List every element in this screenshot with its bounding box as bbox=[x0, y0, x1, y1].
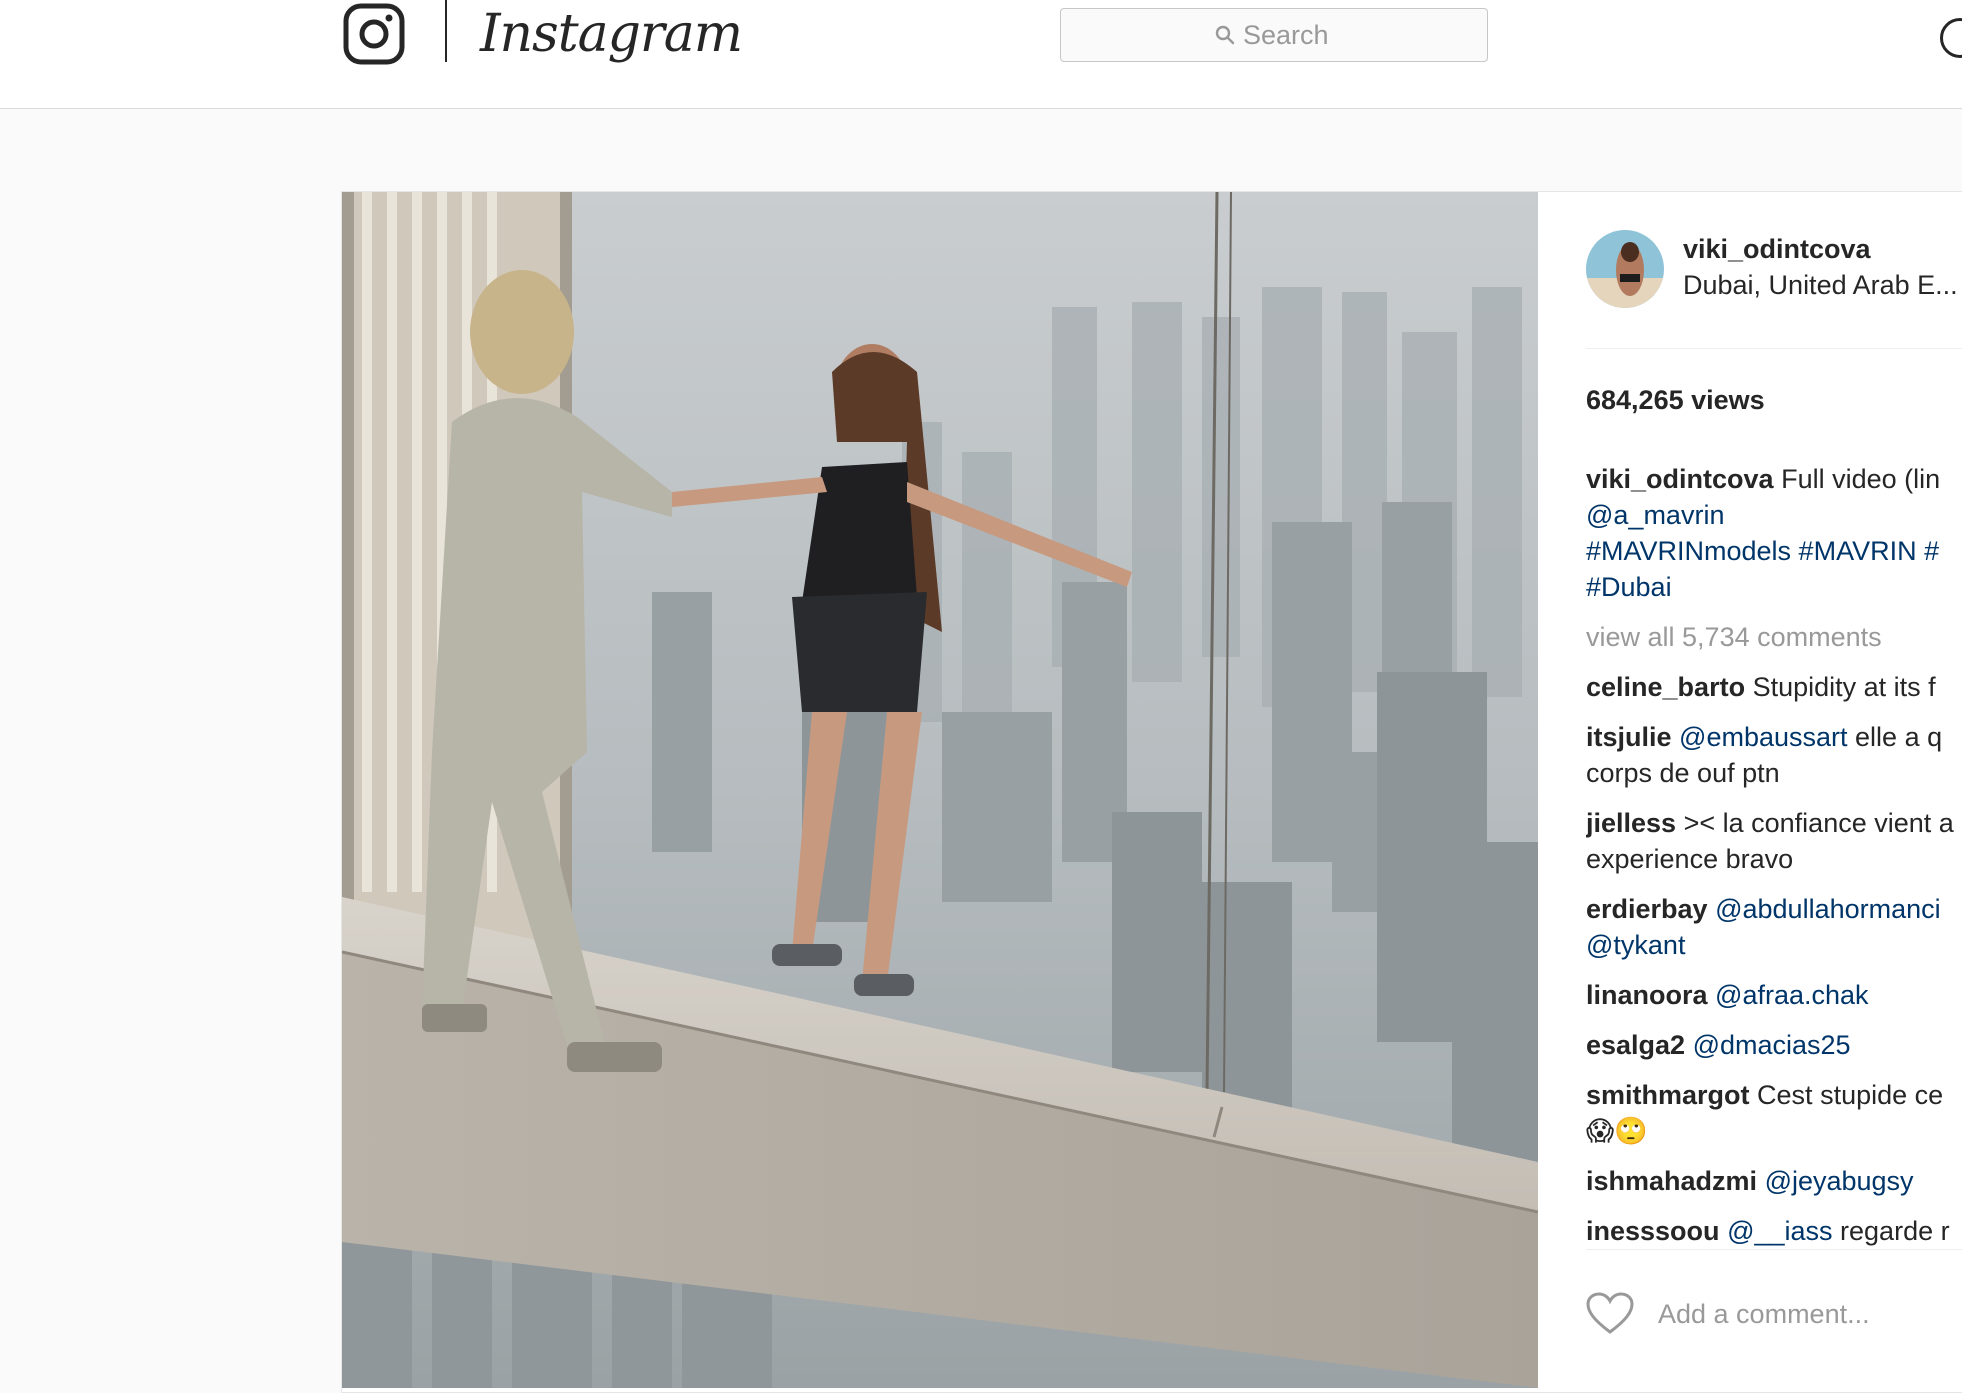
post-header: viki_odintcova Dubai, United Arab E... bbox=[1586, 230, 1962, 349]
comment-item: smithmargot Cest stupide ce 😱🙄 bbox=[1586, 1077, 1962, 1149]
comments-list: viki_odintcova Full video (lin @a_mavrin… bbox=[1586, 461, 1962, 1263]
avatar-image bbox=[1586, 230, 1664, 308]
caption-mention[interactable]: @a_mavrin bbox=[1586, 500, 1724, 530]
comment-item: celine_barto Stupidity at its f bbox=[1586, 669, 1962, 705]
post-photo[interactable] bbox=[342, 192, 1538, 1388]
comment-username[interactable]: inesssoou bbox=[1586, 1216, 1720, 1246]
comment-username[interactable]: erdierbay bbox=[1586, 894, 1708, 924]
comment-mention[interactable]: @tykant bbox=[1586, 930, 1685, 960]
comment-item: jielless >< la confiance vient a experie… bbox=[1586, 805, 1962, 877]
comment-mention[interactable]: @afraa.chak bbox=[1715, 980, 1868, 1010]
comment-mention[interactable]: @__iass bbox=[1727, 1216, 1832, 1246]
comment-item: itsjulie @embaussart elle a q corps de o… bbox=[1586, 719, 1962, 791]
comment-text: @__iass regarde r bbox=[1727, 1216, 1950, 1246]
comment-text-part: regarde r bbox=[1832, 1216, 1950, 1246]
search-icon bbox=[1215, 25, 1235, 45]
comment-item: erdierbay @abdullahormanci @tykant bbox=[1586, 891, 1962, 963]
view-count: 684,265 views bbox=[1586, 385, 1765, 415]
comments-divider bbox=[1586, 1249, 1962, 1250]
comment-item: ishmahadzmi @jeyabugsy bbox=[1586, 1163, 1962, 1199]
comment-mention[interactable]: @embaussart bbox=[1679, 722, 1847, 752]
caption: viki_odintcova Full video (lin @a_mavrin… bbox=[1586, 461, 1962, 605]
comment-username[interactable]: celine_barto bbox=[1586, 672, 1745, 702]
logo-divider bbox=[445, 0, 447, 62]
post-sidebar: viki_odintcova Dubai, United Arab E... 6… bbox=[1538, 192, 1962, 1388]
comment-username[interactable]: itsjulie bbox=[1586, 722, 1672, 752]
comment-text: @afraa.chak bbox=[1715, 980, 1868, 1010]
post-photo-image bbox=[342, 192, 1538, 1388]
caption-username[interactable]: viki_odintcova bbox=[1586, 464, 1774, 494]
comment-username[interactable]: jielless bbox=[1586, 808, 1676, 838]
comment-text-part: Stupidity at its f bbox=[1752, 672, 1936, 702]
add-comment-input[interactable] bbox=[1656, 1297, 1960, 1331]
explore-compass-icon[interactable] bbox=[1940, 18, 1962, 58]
comment-text: @jeyabugsy bbox=[1765, 1166, 1914, 1196]
comment-username[interactable]: ishmahadzmi bbox=[1586, 1166, 1757, 1196]
comment-mention[interactable]: @dmacias25 bbox=[1693, 1030, 1851, 1060]
search-input[interactable] bbox=[1243, 19, 1333, 51]
comment-text: Stupidity at its f bbox=[1753, 672, 1936, 702]
comment-mention[interactable]: @abdullahormanci bbox=[1715, 894, 1941, 924]
search-box[interactable] bbox=[1060, 8, 1488, 62]
view-all-comments-link[interactable]: view all 5,734 comments bbox=[1586, 619, 1962, 655]
post-location-link[interactable]: Dubai, United Arab E... bbox=[1683, 270, 1958, 301]
top-navigation-bar: Instagram bbox=[0, 0, 1962, 109]
post-username-link[interactable]: viki_odintcova bbox=[1683, 234, 1871, 265]
comment-username[interactable]: esalga2 bbox=[1586, 1030, 1685, 1060]
comment-mention[interactable]: @jeyabugsy bbox=[1765, 1166, 1914, 1196]
comment-username[interactable]: linanoora bbox=[1586, 980, 1708, 1010]
caption-hashtags[interactable]: #MAVRINmodels #MAVRIN # bbox=[1586, 536, 1939, 566]
caption-hashtag-dubai[interactable]: #Dubai bbox=[1586, 572, 1672, 602]
comment-item: linanoora @afraa.chak bbox=[1586, 977, 1962, 1013]
instagram-camera-logo-icon[interactable] bbox=[343, 3, 405, 65]
avatar[interactable] bbox=[1586, 230, 1664, 308]
instagram-wordmark-logo[interactable]: Instagram bbox=[480, 0, 743, 68]
post-article: viki_odintcova Dubai, United Arab E... 6… bbox=[341, 191, 1962, 1393]
comment-item: inesssoou @__iass regarde r bbox=[1586, 1213, 1962, 1249]
caption-text: Full video (lin bbox=[1781, 464, 1941, 494]
comment-text: @dmacias25 bbox=[1693, 1030, 1851, 1060]
comment-item: esalga2 @dmacias25 bbox=[1586, 1027, 1962, 1063]
comment-username[interactable]: smithmargot bbox=[1586, 1080, 1750, 1110]
comment-composer bbox=[1586, 1292, 1960, 1336]
heart-icon[interactable] bbox=[1586, 1292, 1634, 1336]
